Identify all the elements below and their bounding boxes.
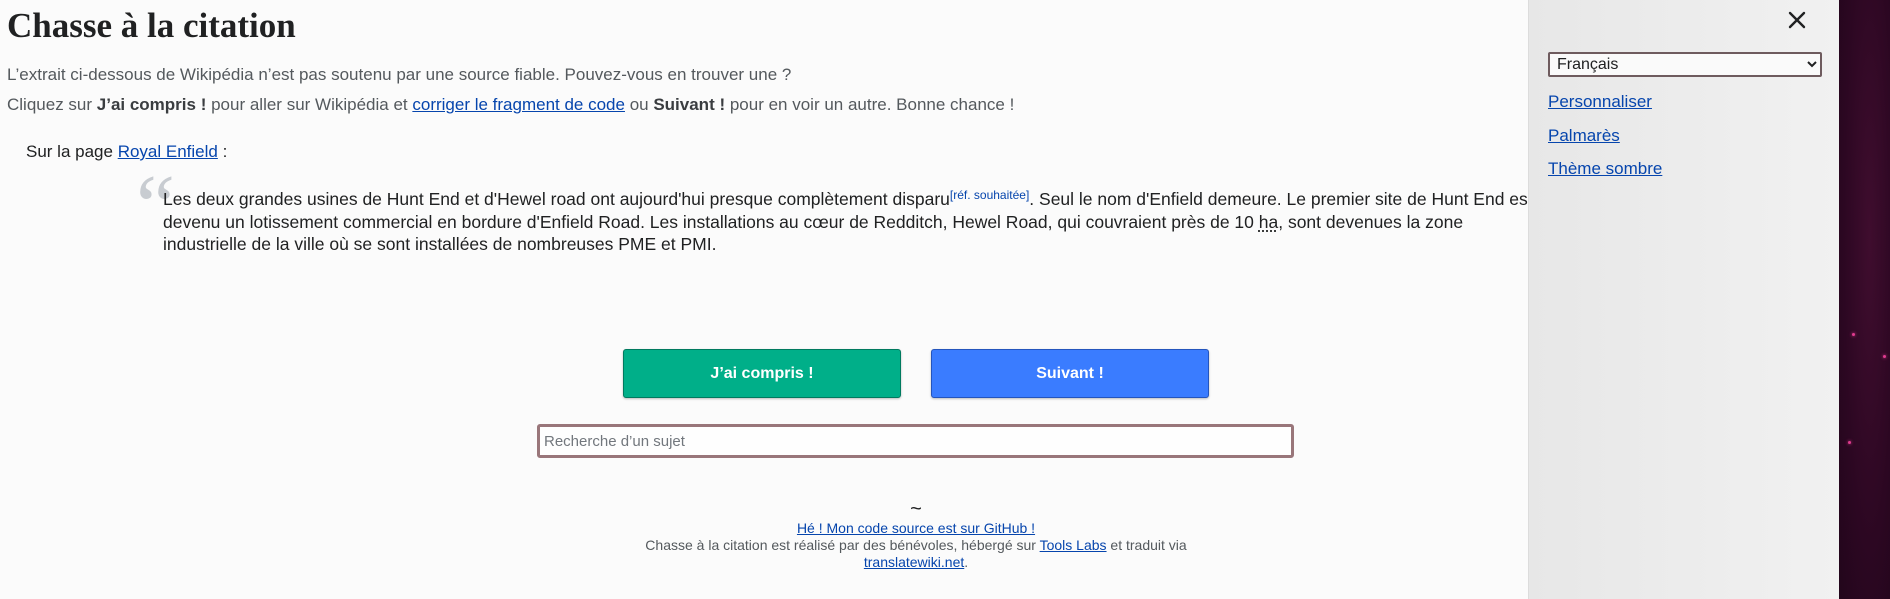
dark-theme-link[interactable]: Thème sombre <box>1548 159 1662 179</box>
citation-needed-note: [réf. souhaitée] <box>950 188 1029 202</box>
footer-credit-text: . <box>964 554 969 570</box>
instructions-bold-next: Suivant ! <box>653 95 726 114</box>
desktop-background <box>1839 0 1890 599</box>
snippet-text: Les deux grandes usines de Hunt End et d… <box>163 189 950 209</box>
background-sparkle <box>1883 355 1886 358</box>
translatewiki-link[interactable]: translatewiki.net <box>864 554 964 570</box>
ranking-link[interactable]: Palmarès <box>1548 126 1620 146</box>
next-button[interactable]: Suivant ! <box>931 349 1209 398</box>
intro-text: L’extrait ci-dessous de Wikipédia n’est … <box>7 65 792 84</box>
background-sparkle <box>1852 333 1855 336</box>
topic-search-input[interactable] <box>537 424 1294 458</box>
page-title: Chasse à la citation <box>7 6 296 45</box>
app-root: Chasse à la citation L’extrait ci-dessou… <box>0 0 1890 599</box>
snippet-quote: Les deux grandes usines de Hunt End et d… <box>163 188 1528 256</box>
tools-labs-link[interactable]: Tools Labs <box>1040 537 1107 553</box>
background-sparkle <box>1848 441 1851 444</box>
instructions-text: Cliquez sur J’ai compris ! pour aller su… <box>7 95 1014 115</box>
footer-credit: Chasse à la citation est réalisé par des… <box>637 537 1195 571</box>
source-page-suffix: : <box>217 142 228 161</box>
customize-link[interactable]: Personnaliser <box>1548 92 1652 112</box>
footer-credit-text: Chasse à la citation est réalisé par des… <box>645 537 1040 553</box>
hectare-abbr: ha <box>1258 211 1279 232</box>
footer: ~ Hé ! Mon code source est sur GitHub ! … <box>637 498 1195 571</box>
instructions-part: pour aller sur Wikipédia et <box>206 95 413 114</box>
instructions-part: ou <box>624 95 654 114</box>
instructions-part: Cliquez sur <box>7 95 97 114</box>
instructions-bold-understood: J’ai compris ! <box>96 95 207 114</box>
source-page-line: Sur la page Royal Enfield : <box>26 142 227 162</box>
close-icon[interactable] <box>1785 8 1809 32</box>
instructions-part: pour en voir un autre. Bonne chance ! <box>725 95 1015 114</box>
understood-button[interactable]: J’ai compris ! <box>623 349 901 398</box>
settings-sidebar: Français Personnaliser Palmarès Thème so… <box>1528 0 1839 599</box>
footer-credit-text: et traduit via <box>1106 537 1187 553</box>
source-page-prefix: Sur la page <box>26 142 118 161</box>
language-select[interactable]: Français <box>1548 52 1822 77</box>
citation-needed-link[interactable]: [réf. souhaitée] <box>950 188 1029 202</box>
footer-github-line: Hé ! Mon code source est sur GitHub ! <box>637 520 1195 537</box>
main-content: Chasse à la citation L’extrait ci-dessou… <box>0 0 1528 599</box>
footer-separator: ~ <box>910 498 922 520</box>
fix-snippet-link[interactable]: corriger le fragment de code <box>412 95 625 114</box>
github-link[interactable]: Hé ! Mon code source est sur GitHub ! <box>797 520 1035 536</box>
